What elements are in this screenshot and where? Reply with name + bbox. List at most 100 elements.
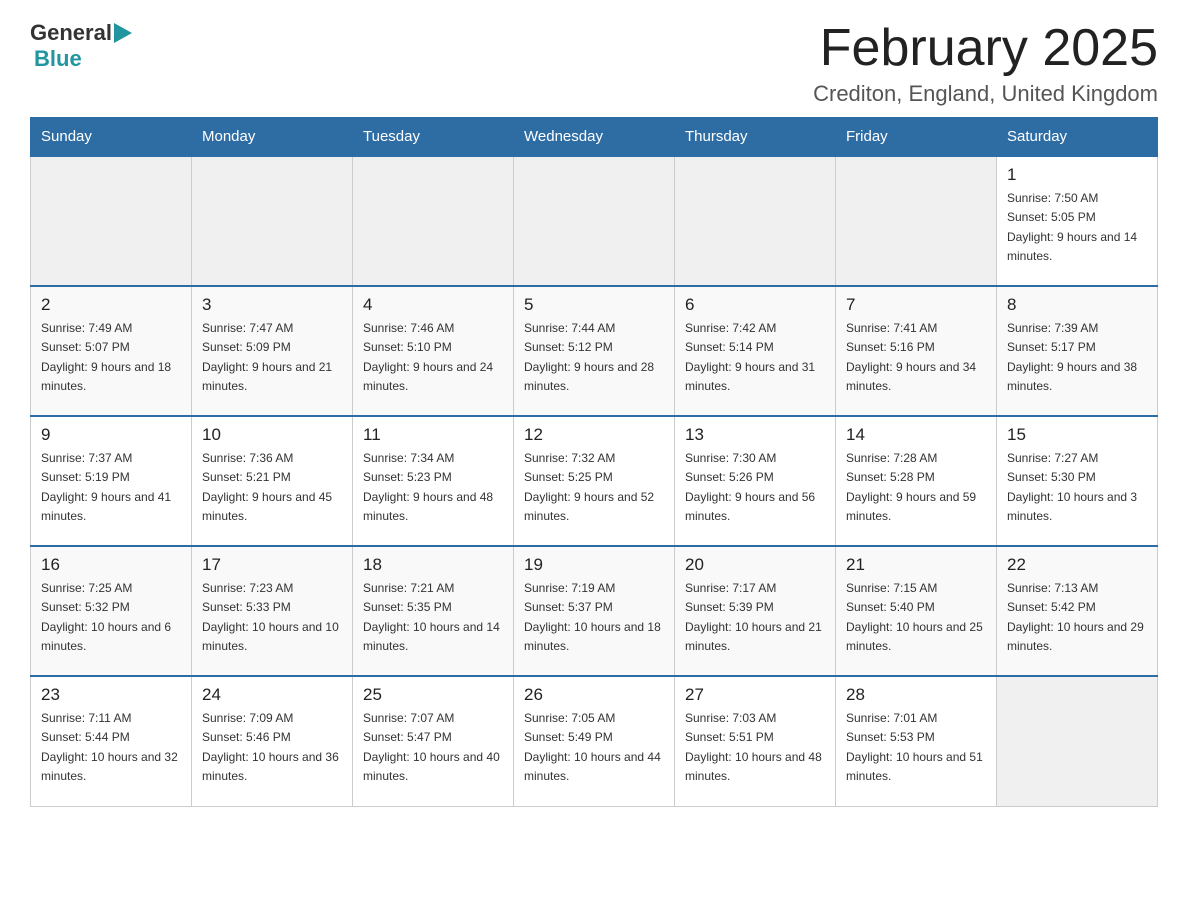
day-info: Sunrise: 7:11 AMSunset: 5:44 PMDaylight:… [41, 709, 181, 786]
day-info: Sunrise: 7:28 AMSunset: 5:28 PMDaylight:… [846, 449, 986, 526]
day-info: Sunrise: 7:30 AMSunset: 5:26 PMDaylight:… [685, 449, 825, 526]
logo-general-text: General [30, 20, 112, 46]
calendar-cell: 18 Sunrise: 7:21 AMSunset: 5:35 PMDayligh… [353, 546, 514, 676]
day-info: Sunrise: 7:05 AMSunset: 5:49 PMDaylight:… [524, 709, 664, 786]
day-info: Sunrise: 7:13 AMSunset: 5:42 PMDaylight:… [1007, 579, 1147, 656]
day-info: Sunrise: 7:03 AMSunset: 5:51 PMDaylight:… [685, 709, 825, 786]
day-number: 3 [202, 295, 342, 315]
day-number: 1 [1007, 165, 1147, 185]
header-thursday: Thursday [675, 118, 836, 157]
calendar-cell: 7 Sunrise: 7:41 AMSunset: 5:16 PMDaylight… [836, 286, 997, 416]
day-info: Sunrise: 7:46 AMSunset: 5:10 PMDaylight:… [363, 319, 503, 396]
day-number: 2 [41, 295, 181, 315]
calendar-cell: 26 Sunrise: 7:05 AMSunset: 5:49 PMDayligh… [514, 676, 675, 806]
calendar-table: Sunday Monday Tuesday Wednesday Thursday… [30, 117, 1158, 807]
week-row-2: 2 Sunrise: 7:49 AMSunset: 5:07 PMDaylight… [31, 286, 1158, 416]
page-header: General Blue February 2025 Crediton, Eng… [30, 20, 1158, 107]
day-number: 26 [524, 685, 664, 705]
logo: General Blue [30, 20, 132, 72]
day-number: 14 [846, 425, 986, 445]
header-wednesday: Wednesday [514, 118, 675, 157]
day-number: 4 [363, 295, 503, 315]
calendar-cell: 24 Sunrise: 7:09 AMSunset: 5:46 PMDayligh… [192, 676, 353, 806]
header-friday: Friday [836, 118, 997, 157]
calendar-cell: 14 Sunrise: 7:28 AMSunset: 5:28 PMDayligh… [836, 416, 997, 546]
header-tuesday: Tuesday [353, 118, 514, 157]
day-info: Sunrise: 7:23 AMSunset: 5:33 PMDaylight:… [202, 579, 342, 656]
day-number: 9 [41, 425, 181, 445]
day-number: 10 [202, 425, 342, 445]
day-number: 18 [363, 555, 503, 575]
calendar-cell: 4 Sunrise: 7:46 AMSunset: 5:10 PMDaylight… [353, 286, 514, 416]
logo-blue-text: Blue [34, 46, 82, 71]
week-row-3: 9 Sunrise: 7:37 AMSunset: 5:19 PMDaylight… [31, 416, 1158, 546]
calendar-cell [514, 156, 675, 286]
day-number: 25 [363, 685, 503, 705]
day-info: Sunrise: 7:32 AMSunset: 5:25 PMDaylight:… [524, 449, 664, 526]
day-number: 16 [41, 555, 181, 575]
day-number: 7 [846, 295, 986, 315]
calendar-cell: 16 Sunrise: 7:25 AMSunset: 5:32 PMDayligh… [31, 546, 192, 676]
title-section: February 2025 Crediton, England, United … [813, 20, 1158, 107]
day-info: Sunrise: 7:07 AMSunset: 5:47 PMDaylight:… [363, 709, 503, 786]
day-number: 8 [1007, 295, 1147, 315]
day-info: Sunrise: 7:01 AMSunset: 5:53 PMDaylight:… [846, 709, 986, 786]
day-info: Sunrise: 7:50 AMSunset: 5:05 PMDaylight:… [1007, 189, 1147, 266]
day-info: Sunrise: 7:37 AMSunset: 5:19 PMDaylight:… [41, 449, 181, 526]
logo-arrow-icon [114, 23, 132, 43]
day-info: Sunrise: 7:25 AMSunset: 5:32 PMDaylight:… [41, 579, 181, 656]
day-number: 22 [1007, 555, 1147, 575]
day-info: Sunrise: 7:39 AMSunset: 5:17 PMDaylight:… [1007, 319, 1147, 396]
calendar-cell: 20Sunrise: 7:17 AMSunset: 5:39 PMDayligh… [675, 546, 836, 676]
day-number: 21 [846, 555, 986, 575]
calendar-subtitle: Crediton, England, United Kingdom [813, 81, 1158, 107]
calendar-cell: 25 Sunrise: 7:07 AMSunset: 5:47 PMDayligh… [353, 676, 514, 806]
day-number: 28 [846, 685, 986, 705]
day-info: Sunrise: 7:41 AMSunset: 5:16 PMDaylight:… [846, 319, 986, 396]
day-number: 12 [524, 425, 664, 445]
calendar-cell: 9 Sunrise: 7:37 AMSunset: 5:19 PMDaylight… [31, 416, 192, 546]
calendar-cell: 19 Sunrise: 7:19 AMSunset: 5:37 PMDayligh… [514, 546, 675, 676]
day-info: Sunrise: 7:09 AMSunset: 5:46 PMDaylight:… [202, 709, 342, 786]
calendar-cell [192, 156, 353, 286]
day-number: 20 [685, 555, 825, 575]
day-info: Sunrise: 7:27 AMSunset: 5:30 PMDaylight:… [1007, 449, 1147, 526]
day-number: 24 [202, 685, 342, 705]
calendar-cell: 12 Sunrise: 7:32 AMSunset: 5:25 PMDayligh… [514, 416, 675, 546]
calendar-cell: 3Sunrise: 7:47 AMSunset: 5:09 PMDaylight… [192, 286, 353, 416]
calendar-cell: 8 Sunrise: 7:39 AMSunset: 5:17 PMDaylight… [997, 286, 1158, 416]
header-monday: Monday [192, 118, 353, 157]
day-info: Sunrise: 7:44 AMSunset: 5:12 PMDaylight:… [524, 319, 664, 396]
calendar-cell: 2 Sunrise: 7:49 AMSunset: 5:07 PMDaylight… [31, 286, 192, 416]
day-number: 17 [202, 555, 342, 575]
calendar-cell [997, 676, 1158, 806]
day-info: Sunrise: 7:34 AMSunset: 5:23 PMDaylight:… [363, 449, 503, 526]
calendar-cell: 13 Sunrise: 7:30 AMSunset: 5:26 PMDayligh… [675, 416, 836, 546]
day-info: Sunrise: 7:19 AMSunset: 5:37 PMDaylight:… [524, 579, 664, 656]
day-info: Sunrise: 7:21 AMSunset: 5:35 PMDaylight:… [363, 579, 503, 656]
day-info: Sunrise: 7:49 AMSunset: 5:07 PMDaylight:… [41, 319, 181, 396]
calendar-title: February 2025 [813, 20, 1158, 77]
day-number: 19 [524, 555, 664, 575]
calendar-cell: 27 Sunrise: 7:03 AMSunset: 5:51 PMDayligh… [675, 676, 836, 806]
weekday-header-row: Sunday Monday Tuesday Wednesday Thursday… [31, 118, 1158, 157]
calendar-cell: 6 Sunrise: 7:42 AMSunset: 5:14 PMDaylight… [675, 286, 836, 416]
calendar-cell [836, 156, 997, 286]
day-info: Sunrise: 7:42 AMSunset: 5:14 PMDaylight:… [685, 319, 825, 396]
calendar-cell: 15 Sunrise: 7:27 AMSunset: 5:30 PMDayligh… [997, 416, 1158, 546]
calendar-cell: 28 Sunrise: 7:01 AMSunset: 5:53 PMDayligh… [836, 676, 997, 806]
calendar-cell: 11Sunrise: 7:34 AMSunset: 5:23 PMDayligh… [353, 416, 514, 546]
day-number: 6 [685, 295, 825, 315]
header-sunday: Sunday [31, 118, 192, 157]
calendar-cell [353, 156, 514, 286]
day-number: 13 [685, 425, 825, 445]
calendar-cell: 22 Sunrise: 7:13 AMSunset: 5:42 PMDayligh… [997, 546, 1158, 676]
day-number: 27 [685, 685, 825, 705]
week-row-1: 1 Sunrise: 7:50 AMSunset: 5:05 PMDaylight… [31, 156, 1158, 286]
day-info: Sunrise: 7:36 AMSunset: 5:21 PMDaylight:… [202, 449, 342, 526]
day-number: 15 [1007, 425, 1147, 445]
calendar-cell: 23Sunrise: 7:11 AMSunset: 5:44 PMDayligh… [31, 676, 192, 806]
calendar-cell [31, 156, 192, 286]
calendar-cell: 5 Sunrise: 7:44 AMSunset: 5:12 PMDaylight… [514, 286, 675, 416]
day-number: 5 [524, 295, 664, 315]
